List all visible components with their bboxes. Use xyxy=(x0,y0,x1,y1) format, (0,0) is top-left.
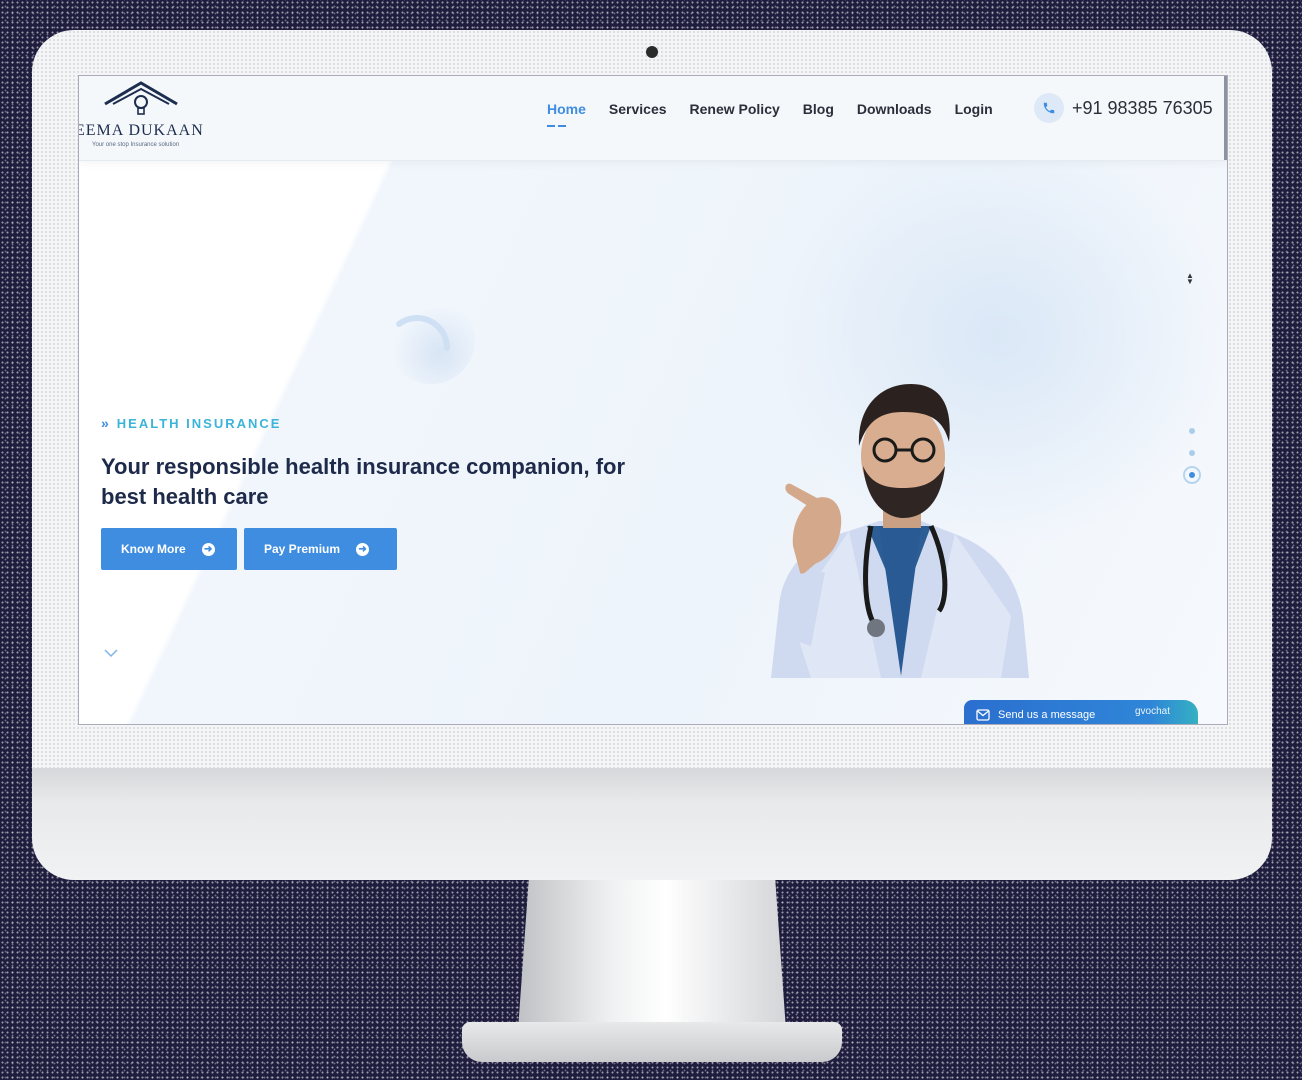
monitor-chin xyxy=(32,768,1272,880)
slide-dot-2[interactable] xyxy=(1189,450,1195,456)
phone-contact[interactable]: +91 98385 76305 xyxy=(1034,93,1213,123)
website-screen: EEMA DUKAAN Your one stop Insurance solu… xyxy=(78,75,1228,725)
monitor-stand-base xyxy=(462,1022,842,1062)
chat-widget-brand: gvochat xyxy=(1134,706,1170,717)
brand-logo[interactable]: EEMA DUKAAN Your one stop Insurance solu… xyxy=(79,80,219,152)
hero-eyebrow-text: HEALTH INSURANCE xyxy=(116,415,282,431)
decorative-ring xyxy=(387,296,475,384)
pay-premium-button[interactable]: Pay Premium ➜ xyxy=(244,528,397,570)
chat-widget[interactable]: Send us a message gvochat xyxy=(964,700,1198,724)
phone-icon xyxy=(1034,93,1064,123)
double-chevron-icon: » xyxy=(101,415,109,431)
main-nav: Home Services Renew Policy Blog Download… xyxy=(547,101,993,127)
slide-dot-1[interactable] xyxy=(1189,428,1195,434)
nav-services[interactable]: Services xyxy=(609,101,667,117)
nav-downloads[interactable]: Downloads xyxy=(857,101,932,117)
brand-name: EEMA DUKAAN xyxy=(78,122,204,139)
nav-renew-policy[interactable]: Renew Policy xyxy=(690,101,780,117)
nav-home[interactable]: Home xyxy=(547,101,586,127)
brand-tagline: Your one stop Insurance solution xyxy=(92,142,180,148)
webcam xyxy=(646,46,658,58)
scroll-arrows-icon[interactable]: ▲ ▼ xyxy=(1186,272,1194,286)
slide-dot-3-active[interactable] xyxy=(1183,466,1201,484)
site-header: EEMA DUKAAN Your one stop Insurance solu… xyxy=(79,76,1227,161)
scrollbar[interactable] xyxy=(1224,76,1227,160)
know-more-label: Know More xyxy=(121,542,186,556)
know-more-button[interactable]: Know More ➜ xyxy=(101,528,237,570)
doctor-image xyxy=(771,384,1029,678)
chat-widget-label: Send us a message xyxy=(998,709,1096,721)
pay-premium-label: Pay Premium xyxy=(264,542,341,556)
nav-blog[interactable]: Blog xyxy=(803,101,834,117)
chevron-down-icon[interactable] xyxy=(104,648,118,658)
nav-login[interactable]: Login xyxy=(955,101,993,117)
arrow-right-circle-icon: ➜ xyxy=(201,542,215,556)
hero-eyebrow: » HEALTH INSURANCE xyxy=(101,415,281,431)
mail-icon xyxy=(976,709,990,721)
arrow-right-circle-icon: ➜ xyxy=(356,542,370,556)
hero-background xyxy=(79,76,1227,724)
phone-number: +91 98385 76305 xyxy=(1072,97,1213,118)
house-bulb-icon xyxy=(104,81,178,115)
monitor-stand-neck xyxy=(518,880,786,1030)
hero-headline: Your responsible health insurance compan… xyxy=(101,454,626,509)
